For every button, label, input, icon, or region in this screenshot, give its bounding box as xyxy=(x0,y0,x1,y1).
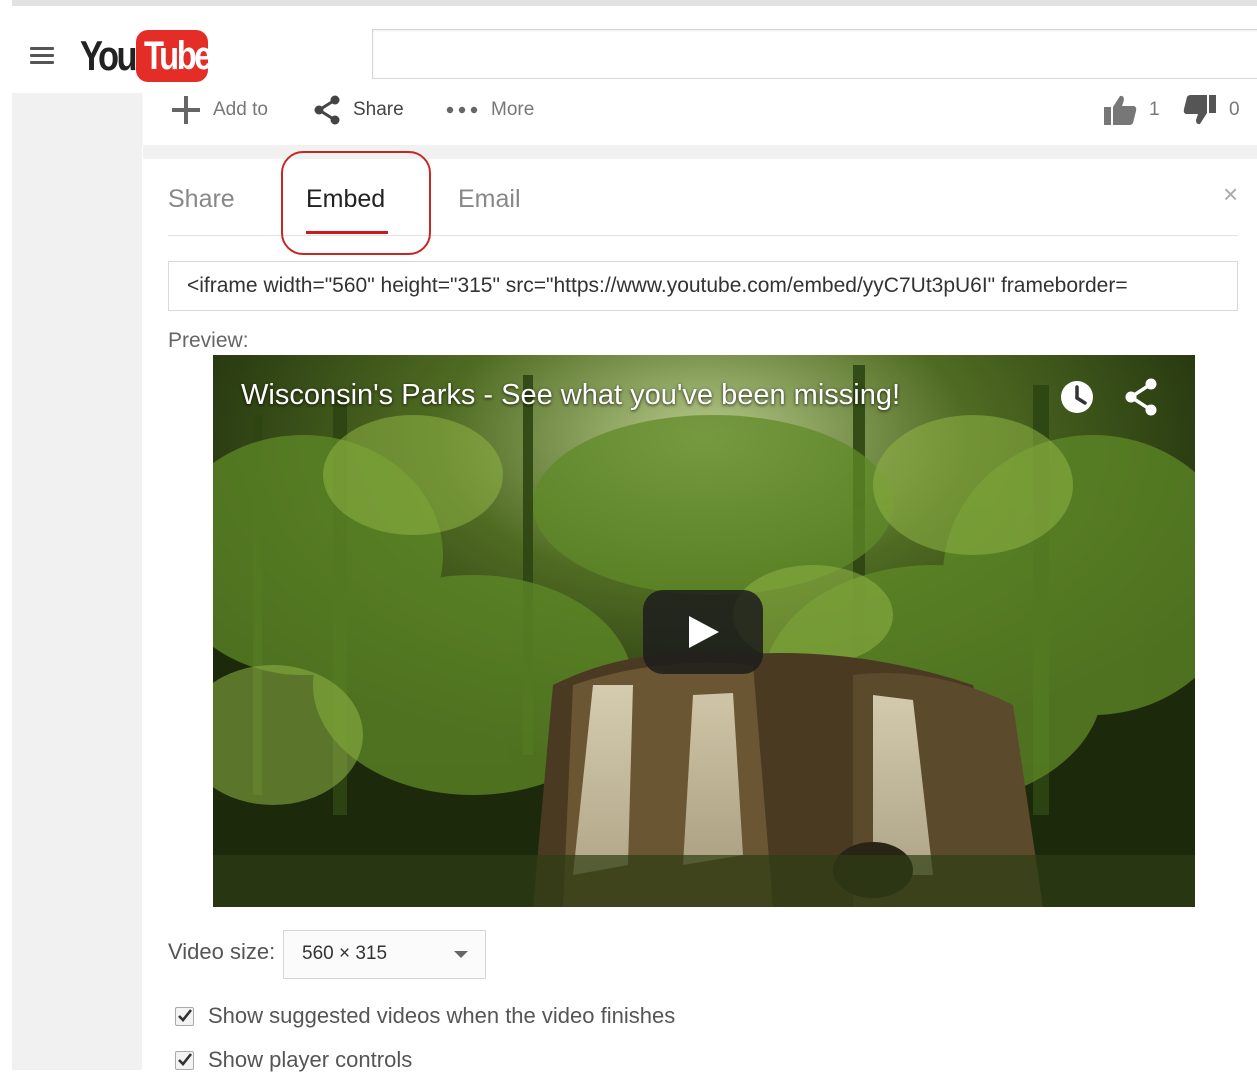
video-preview[interactable]: Wisconsin's Parks - See what you've been… xyxy=(213,355,1195,907)
player-controls-checkbox[interactable] xyxy=(175,1050,194,1070)
checkmark-icon xyxy=(178,1008,193,1022)
logo-you-text: You xyxy=(80,32,138,79)
menu-icon[interactable] xyxy=(30,47,54,65)
more-label: More xyxy=(491,99,535,120)
close-icon[interactable]: × xyxy=(1223,179,1238,210)
tab-email[interactable]: Email xyxy=(458,185,521,214)
share-icon xyxy=(314,95,340,125)
tab-share[interactable]: Share xyxy=(168,185,235,214)
search-input[interactable] xyxy=(372,29,1257,79)
thumbs-up-icon xyxy=(1104,95,1137,125)
masthead: You Tube xyxy=(0,6,1257,93)
preview-label: Preview: xyxy=(168,329,249,352)
play-icon xyxy=(689,616,719,648)
like-count: 1 xyxy=(1149,99,1160,120)
add-to-button[interactable]: Add to xyxy=(171,93,268,127)
suggested-videos-checkbox[interactable] xyxy=(175,1006,194,1026)
chevron-down-icon xyxy=(454,951,468,958)
dislike-count: 0 xyxy=(1229,99,1240,120)
watch-later-icon[interactable] xyxy=(1059,379,1095,415)
more-button[interactable]: More xyxy=(445,93,534,127)
like-button[interactable]: 1 xyxy=(1103,93,1160,127)
highlight-annotation xyxy=(281,151,431,255)
player-controls-label: Show player controls xyxy=(208,1047,413,1072)
left-sidebar-background xyxy=(12,93,142,1070)
video-action-bar: Add to Share More 1 0 xyxy=(143,93,1257,146)
share-icon[interactable] xyxy=(1123,377,1159,417)
page-margin xyxy=(0,6,12,1070)
dislike-button[interactable]: 0 xyxy=(1183,93,1240,127)
youtube-logo[interactable]: You Tube xyxy=(80,30,213,82)
video-size-select[interactable]: 560 × 315 xyxy=(283,930,486,979)
share-tabs: Share Embed Email xyxy=(168,151,1238,255)
video-size-value: 560 × 315 xyxy=(302,943,388,964)
share-panel: Share Embed Email × <iframe width="560" … xyxy=(143,151,1257,1073)
play-button[interactable] xyxy=(643,590,763,674)
option-suggested-videos[interactable]: Show suggested videos when the video fin… xyxy=(175,1003,675,1029)
logo-tube-text: Tube xyxy=(144,33,213,78)
suggested-videos-label: Show suggested videos when the video fin… xyxy=(208,1003,676,1028)
share-label: Share xyxy=(353,99,404,120)
thumbs-down-icon xyxy=(1183,95,1216,125)
share-button[interactable]: Share xyxy=(313,93,404,127)
plus-icon xyxy=(172,96,200,124)
logo-tube-badge: Tube xyxy=(136,30,213,82)
add-to-label: Add to xyxy=(213,99,268,120)
option-player-controls[interactable]: Show player controls xyxy=(175,1047,412,1073)
video-title[interactable]: Wisconsin's Parks - See what you've been… xyxy=(241,379,900,412)
checkmark-icon xyxy=(178,1052,193,1066)
embed-code-field[interactable]: <iframe width="560" height="315" src="ht… xyxy=(168,261,1238,311)
more-icon xyxy=(446,106,478,114)
video-size-label: Video size: xyxy=(168,939,276,964)
